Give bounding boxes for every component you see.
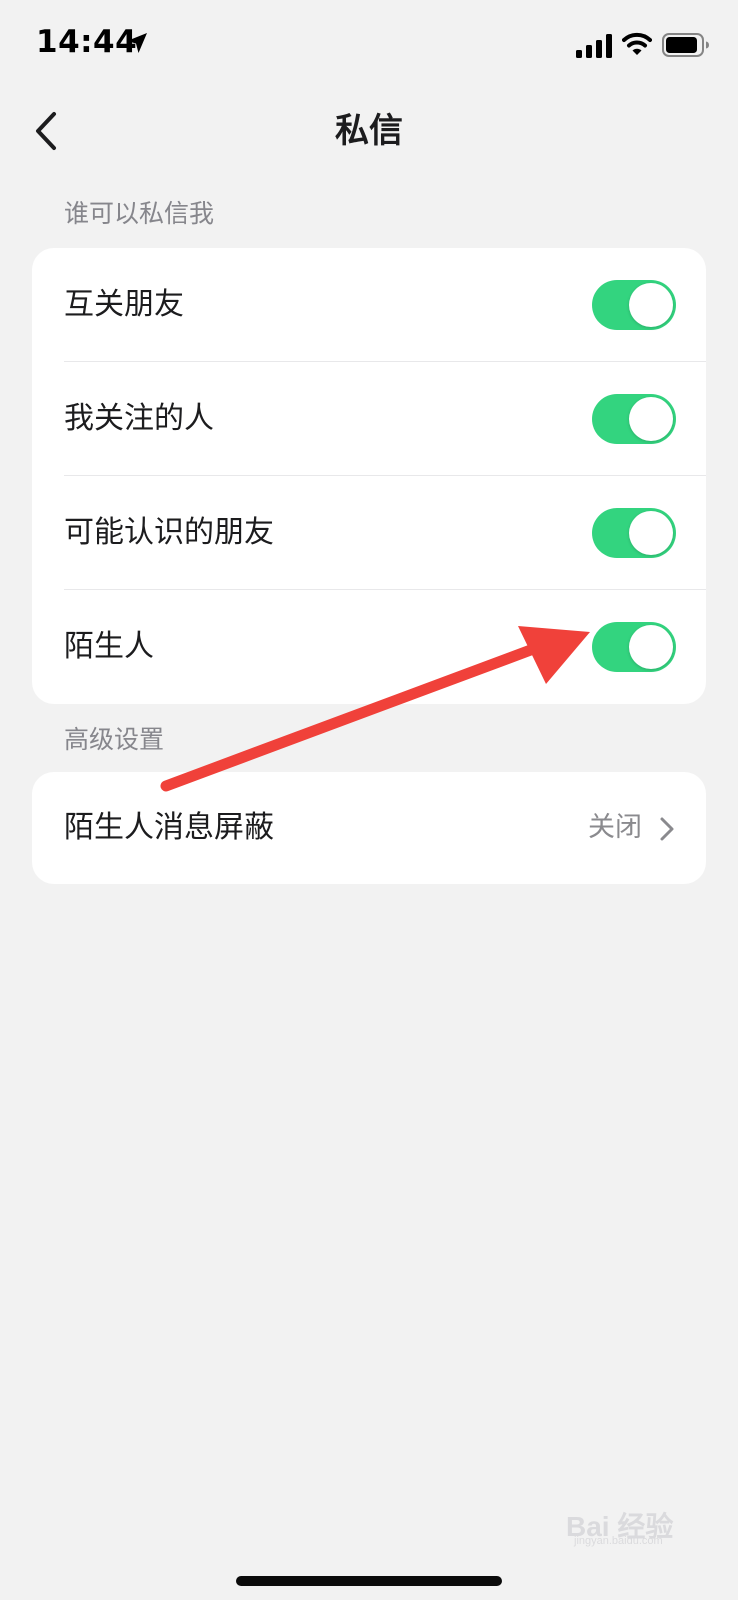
wifi-icon [622,32,652,55]
toggle-people-i-follow[interactable] [592,394,676,444]
toggle-people-you-may-know[interactable] [592,508,676,558]
row-strangers: 陌生人 [32,590,706,704]
baidu-jingyan-watermark: Bai 经验 jingyan.baidu.com [566,1505,716,1551]
row-label: 陌生人 [64,629,154,664]
signal-icon [576,34,612,58]
row-value-status: 关闭 [588,812,642,843]
toggle-mutual-friends[interactable] [592,280,676,330]
row-label: 我关注的人 [64,401,214,436]
toggle-knob [629,625,673,669]
toggle-strangers[interactable] [592,622,676,672]
row-people-you-may-know: 可能认识的朋友 [32,476,706,590]
row-label: 陌生人消息屏蔽 [64,810,274,845]
toggle-knob [629,283,673,327]
advanced-settings-card: 陌生人消息屏蔽 关闭 [32,772,706,884]
home-indicator[interactable] [236,1576,502,1586]
back-chevron-icon[interactable] [30,108,64,154]
toggle-knob [629,511,673,555]
chevron-right-icon [660,817,674,841]
toggle-knob [629,397,673,441]
status-bar: 14:44 [0,0,738,90]
row-people-i-follow: 我关注的人 [32,362,706,476]
row-stranger-message-block[interactable]: 陌生人消息屏蔽 关闭 [32,772,706,884]
screen: 14:44 私信 谁可以私信我 互关朋友 我关注的人 可能认识的朋友 陌生人 高… [0,0,738,1600]
location-arrow-icon [127,33,147,53]
section-header-advanced: 高级设置 [64,725,165,754]
page-title: 私信 [335,111,403,151]
status-time: 14:44 [36,24,138,60]
row-mutual-friends: 互关朋友 [32,248,706,362]
row-label: 互关朋友 [64,287,184,322]
watermark-sub: jingyan.baidu.com [574,1535,663,1547]
battery-icon [662,33,709,57]
who-can-message-card: 互关朋友 我关注的人 可能认识的朋友 陌生人 [32,248,706,704]
row-label: 可能认识的朋友 [64,515,274,550]
section-header-who-can-message: 谁可以私信我 [64,199,215,228]
